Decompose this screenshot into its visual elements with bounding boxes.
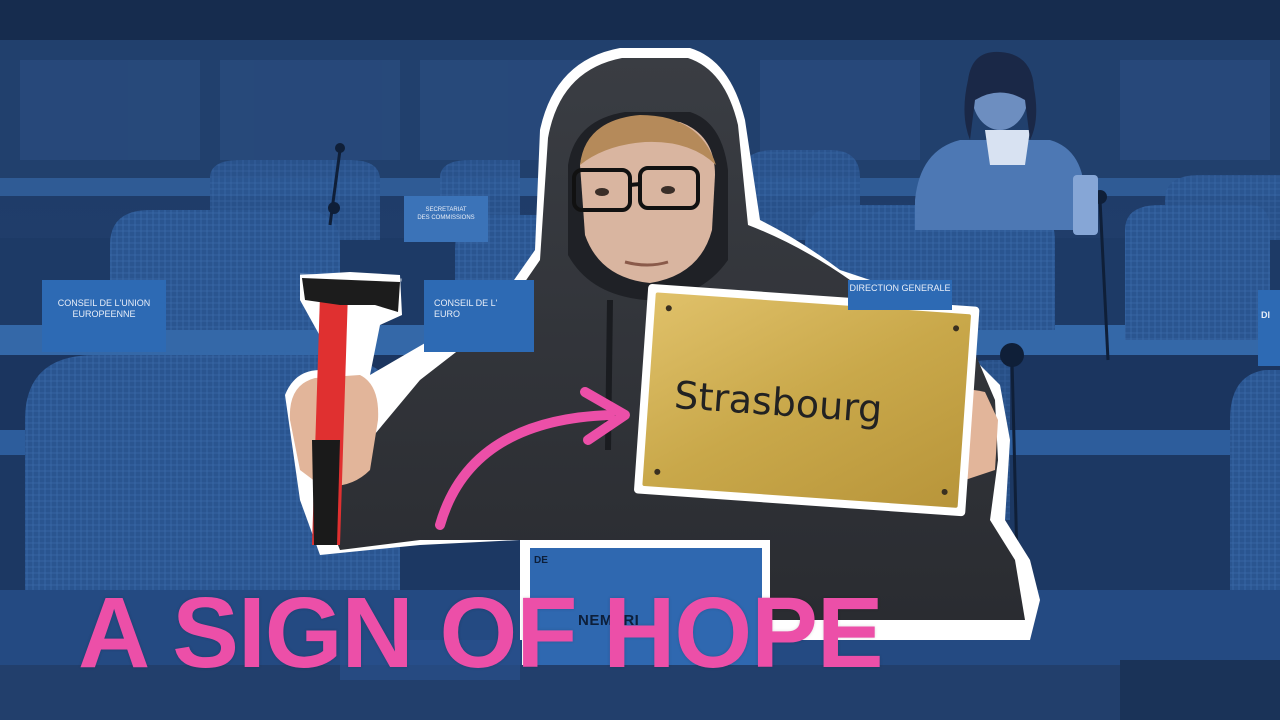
placard-direction: DIRECTION GENERALE	[848, 280, 952, 310]
placard-conseil-mid: CONSEIL DE L' EURO	[424, 280, 534, 352]
headline: A SIGN OF HOPE	[78, 577, 884, 689]
thumbnail-scene: CONSEIL DE L'UNION EUROPEENNE CONSEIL DE…	[0, 0, 1280, 720]
placard-back: SECRETARIAT DES COMMISSIONS	[404, 196, 488, 242]
placard-edge: DI	[1258, 290, 1280, 366]
placard-conseil-left: CONSEIL DE L'UNION EUROPEENNE	[42, 280, 166, 352]
front-placard-code: DE	[534, 555, 548, 566]
